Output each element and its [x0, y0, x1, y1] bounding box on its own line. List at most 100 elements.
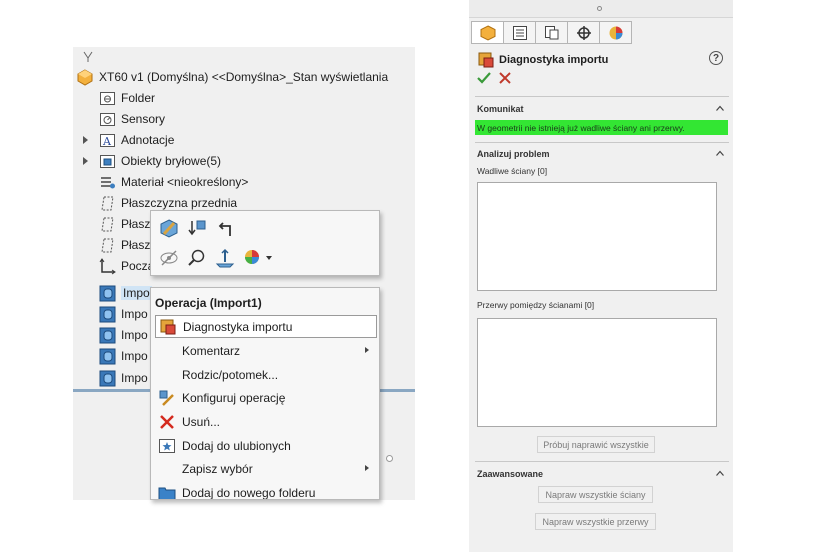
appearance-button[interactable]: [242, 247, 264, 269]
tree-item-import4[interactable]: Impo: [99, 346, 148, 366]
tree-item-import1[interactable]: Impo: [99, 283, 152, 303]
plane-icon: [101, 196, 114, 210]
tree-item-sensors[interactable]: Sensory: [99, 109, 165, 129]
context-menu-header: Operacja (Import1): [155, 296, 262, 310]
tree-item-folder[interactable]: Folder: [99, 88, 155, 108]
import-feature-icon: [99, 327, 116, 343]
collapse-caret-icon[interactable]: [716, 150, 724, 156]
arrow-return-icon: [218, 222, 231, 236]
context-toolbar: [150, 210, 380, 276]
expand-arrow-icon[interactable]: [83, 157, 88, 165]
tab-dimxpert-manager[interactable]: [567, 21, 600, 44]
cancel-x-icon[interactable]: [498, 71, 512, 85]
scroll-handle[interactable]: [386, 455, 393, 462]
appearance-icon: [609, 26, 622, 39]
tab-feature-manager[interactable]: [471, 21, 504, 44]
repair-all-faces-button[interactable]: Napraw wszystkie ściany: [538, 486, 653, 503]
section-title-message: Komunikat: [477, 104, 524, 114]
menu-item-add-to-favorites[interactable]: Dodaj do ulubionych: [155, 434, 377, 457]
new-folder-icon: [158, 487, 176, 499]
help-icon[interactable]: ?: [709, 51, 723, 65]
status-message: W geometrii nie istnieją już wadliwe ści…: [475, 120, 728, 135]
tree-item-origin[interactable]: Pocza: [99, 256, 154, 276]
property-list-icon: [512, 25, 527, 40]
menu-item-comment[interactable]: Komentarz: [155, 339, 377, 362]
gaps-label: Przerwy pomiędzy ścianami [0]: [477, 300, 595, 310]
submenu-arrow-icon: [365, 347, 369, 353]
tree-item-import2[interactable]: Impo: [99, 304, 148, 324]
tree-item-plane-3[interactable]: Płaszc: [99, 235, 156, 255]
faulty-faces-label: Wadliwe ściany [0]: [477, 166, 548, 176]
tree-item-import5[interactable]: Impo: [99, 368, 148, 388]
section-title-analyze: Analizuj problem: [477, 149, 550, 159]
manager-tabs: [471, 21, 632, 44]
edit-feature-button[interactable]: [158, 218, 180, 240]
appearance-icon: [245, 250, 259, 264]
import-feature-icon: [99, 348, 116, 364]
menu-item-save-selection[interactable]: Zapisz wybór: [155, 457, 377, 480]
plane-icon: [101, 217, 114, 231]
tree-item-annotations[interactable]: A Adnotacje: [83, 130, 174, 150]
tab-property-manager[interactable]: [503, 21, 536, 44]
import-feature-icon: [99, 370, 116, 386]
menu-item-parent-child[interactable]: Rodzic/potomek...: [155, 363, 377, 386]
part-icon: [77, 68, 93, 86]
submenu-arrow-icon: [365, 465, 369, 471]
edit-feature-icon: [160, 219, 178, 238]
menu-item-add-to-new-folder[interactable]: Dodaj do nowego folderu: [155, 481, 377, 499]
property-manager-title: Diagnostyka importu: [499, 54, 609, 66]
import-feature-icon: [99, 285, 116, 301]
rollback-button[interactable]: [186, 218, 208, 240]
delete-icon: [160, 414, 174, 429]
sensor-icon: [100, 112, 115, 126]
origin-icon: [99, 257, 116, 274]
crosshair-icon: [576, 25, 591, 40]
plane-icon: [101, 238, 114, 252]
rollback-icon: [188, 220, 206, 236]
repair-all-gaps-button[interactable]: Napraw wszystkie przerwy: [535, 513, 656, 530]
configure-feature-icon: [159, 390, 174, 406]
tree-item-material[interactable]: Materiał <nieokreślony>: [99, 172, 248, 192]
folder-icon: [100, 91, 115, 105]
normal-to-icon: [215, 248, 235, 268]
eye-hidden-icon: [160, 250, 178, 266]
menu-item-delete[interactable]: Usuń...: [155, 410, 377, 433]
zoom-icon: [188, 249, 205, 266]
part-icon: [480, 24, 495, 41]
collapse-caret-icon[interactable]: [716, 470, 724, 476]
tree-item-import3[interactable]: Impo: [99, 325, 148, 345]
appearance-dropdown-icon[interactable]: [266, 256, 272, 260]
normal-to-button[interactable]: [214, 247, 236, 269]
faulty-faces-list[interactable]: [477, 182, 717, 291]
gaps-list[interactable]: [477, 318, 717, 427]
tree-item-solid-bodies[interactable]: Obiekty bryłowe(5): [83, 151, 221, 171]
import-feature-icon: [99, 306, 116, 322]
solid-bodies-icon: [100, 154, 115, 168]
hide-button[interactable]: [158, 247, 180, 269]
import-diagnostics-icon: [478, 52, 494, 68]
property-manager-panel: Diagnostyka importu ? Komunikat W geomet…: [469, 0, 733, 552]
material-icon: [101, 176, 115, 188]
tab-configuration-manager[interactable]: [535, 21, 568, 44]
expand-arrow-icon[interactable]: [83, 136, 88, 144]
menu-item-configure-feature[interactable]: Konfiguruj operację: [155, 386, 377, 409]
annotation-icon: A: [100, 133, 115, 148]
configuration-icon: [544, 25, 558, 39]
parent-child-button[interactable]: [214, 218, 236, 240]
zoom-to-selection-button[interactable]: [186, 247, 208, 269]
filter-icon[interactable]: [83, 51, 93, 63]
section-title-advanced: Zaawansowane: [477, 469, 544, 479]
context-menu: Operacja (Import1) Diagnostyka importu K…: [150, 287, 380, 500]
ok-check-icon[interactable]: [477, 71, 491, 85]
collapse-caret-icon[interactable]: [716, 105, 724, 111]
favorites-icon: [159, 438, 175, 453]
menu-item-import-diagnostics[interactable]: Diagnostyka importu: [155, 315, 377, 338]
tree-item-plane-2[interactable]: Płaszc: [99, 214, 156, 234]
property-manager-title-bar: Diagnostyka importu: [477, 51, 608, 69]
tree-root-part[interactable]: XT60 v1 (Domyślna) <<Domyślna>_Stan wyśw…: [77, 67, 388, 87]
import-diagnostics-icon: [160, 319, 176, 334]
try-repair-all-button[interactable]: Próbuj naprawić wszystkie: [537, 436, 655, 453]
tree-root-label: XT60 v1 (Domyślna) <<Domyślna>_Stan wyśw…: [99, 70, 389, 84]
tab-display-manager[interactable]: [599, 21, 632, 44]
panel-grip[interactable]: [469, 0, 733, 18]
